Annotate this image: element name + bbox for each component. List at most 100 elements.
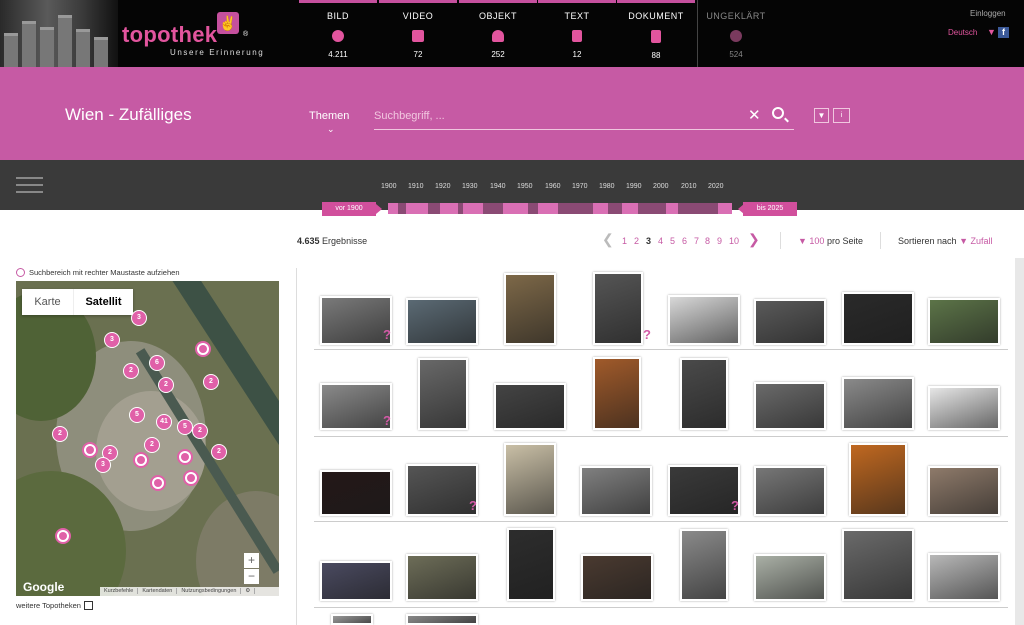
map-marker[interactable]: 3 — [95, 457, 111, 473]
image-thumbnail[interactable] — [680, 358, 728, 430]
chevron-right-icon[interactable]: ❯ — [748, 231, 760, 248]
category-dokument[interactable]: DOKUMENT 88 — [617, 0, 695, 67]
image-thumbnail[interactable] — [320, 296, 392, 345]
category-text[interactable]: TEXT 12 — [538, 0, 616, 67]
map-marker[interactable]: 3 — [104, 332, 120, 348]
page-link[interactable]: 2 — [634, 236, 639, 246]
map[interactable]: Karte Satellit 3 3 6 2 2 2 5 41 5 2 2 2 2 3 2 — [16, 281, 279, 596]
image-thumbnail[interactable] — [406, 464, 478, 516]
search-icon[interactable] — [772, 107, 784, 119]
map-cluster-marker[interactable] — [195, 341, 211, 357]
page-link[interactable]: 7 — [694, 236, 699, 246]
image-thumbnail[interactable] — [668, 465, 740, 516]
per-page-select[interactable]: ▼ 100 pro Seite — [798, 236, 863, 246]
image-thumbnail[interactable] — [504, 273, 556, 345]
more-topotheken-checkbox[interactable] — [83, 601, 93, 610]
image-thumbnail[interactable] — [331, 614, 373, 625]
image-thumbnail[interactable] — [928, 553, 1000, 601]
image-thumbnail[interactable] — [581, 554, 653, 601]
image-thumbnail[interactable] — [842, 377, 914, 430]
image-thumbnail[interactable] — [849, 443, 907, 516]
image-thumbnail[interactable] — [928, 466, 1000, 516]
image-thumbnail[interactable] — [507, 528, 555, 601]
map-footer-link[interactable]: Kurzbefehle — [100, 588, 139, 594]
image-thumbnail[interactable] — [842, 529, 914, 601]
page-link[interactable]: 3 — [646, 236, 651, 246]
category-video[interactable]: VIDEO 72 — [379, 0, 457, 67]
image-thumbnail[interactable] — [680, 529, 728, 601]
login-link[interactable]: Einloggen — [970, 9, 1006, 18]
map-type-satellite-button[interactable]: Satellit — [73, 289, 133, 315]
page-link[interactable]: 6 — [682, 236, 687, 246]
language-select[interactable]: Deutsch — [948, 28, 977, 37]
image-thumbnail[interactable] — [494, 383, 566, 430]
map-type-map-button[interactable]: Karte — [22, 289, 73, 315]
scrollbar[interactable] — [1015, 258, 1024, 625]
category-bild[interactable]: BILD 4.211 — [299, 0, 377, 67]
map-marker[interactable]: 2 — [144, 437, 160, 453]
search-input[interactable] — [374, 104, 734, 128]
timeline-start-handle[interactable]: vor 1900 — [322, 202, 376, 216]
map-marker[interactable]: 2 — [52, 426, 68, 442]
chevron-left-icon[interactable]: ❮ — [602, 231, 614, 248]
zoom-out-button[interactable]: − — [244, 569, 259, 584]
image-thumbnail[interactable] — [580, 466, 652, 516]
image-thumbnail[interactable] — [593, 272, 643, 345]
image-thumbnail[interactable] — [668, 295, 740, 345]
language-dropdown-icon[interactable]: ▼ — [987, 27, 996, 37]
clear-icon[interactable]: ✕ — [748, 106, 761, 124]
timeline-track[interactable] — [388, 203, 732, 214]
image-thumbnail[interactable] — [320, 383, 392, 430]
timeline-end-handle[interactable]: bis 2025 — [743, 202, 797, 216]
facebook-icon[interactable]: f — [998, 27, 1009, 38]
map-marker[interactable]: 5 — [129, 407, 145, 423]
image-thumbnail[interactable] — [320, 561, 392, 601]
category-objekt[interactable]: OBJEKT 252 — [459, 0, 537, 67]
map-marker[interactable]: 2 — [203, 374, 219, 390]
image-thumbnail[interactable] — [504, 443, 556, 516]
map-cluster-marker[interactable] — [82, 442, 98, 458]
themes-dropdown[interactable]: Themen — [309, 110, 349, 122]
map-marker[interactable]: 2 — [158, 377, 174, 393]
image-thumbnail[interactable] — [754, 466, 826, 516]
map-cluster-marker[interactable] — [55, 528, 71, 544]
map-footer-link[interactable]: Kartendaten — [138, 588, 178, 594]
page-link[interactable]: 8 — [705, 236, 710, 246]
chevron-down-icon[interactable]: ⌄ — [327, 124, 335, 135]
zoom-in-button[interactable]: + — [244, 553, 259, 568]
map-marker[interactable]: 41 — [156, 414, 172, 430]
menu-icon[interactable] — [16, 177, 43, 193]
map-marker[interactable]: 2 — [211, 444, 227, 460]
sort-select[interactable]: Sortieren nach ▼ Zufall — [898, 236, 993, 246]
image-thumbnail[interactable] — [418, 358, 468, 430]
image-thumbnail[interactable] — [406, 298, 478, 345]
options-dropdown-button[interactable]: ▼ — [814, 108, 829, 123]
page-link[interactable]: 10 — [729, 236, 739, 246]
image-thumbnail[interactable] — [754, 554, 826, 601]
image-thumbnail[interactable] — [406, 554, 478, 601]
image-thumbnail[interactable] — [754, 299, 826, 345]
image-thumbnail[interactable] — [928, 386, 1000, 430]
image-thumbnail[interactable] — [320, 470, 392, 516]
more-topotheken[interactable]: weitere Topotheken — [16, 601, 93, 610]
page-link[interactable]: 5 — [670, 236, 675, 246]
map-cluster-marker[interactable] — [183, 470, 199, 486]
page-link[interactable]: 4 — [658, 236, 663, 246]
map-cluster-marker[interactable] — [133, 452, 149, 468]
map-marker[interactable]: 2 — [123, 363, 139, 379]
map-marker[interactable]: 5 — [177, 419, 193, 435]
gear-icon[interactable]: ⚙ — [241, 588, 256, 594]
page-link[interactable]: 1 — [622, 236, 627, 246]
map-marker[interactable]: 2 — [192, 423, 208, 439]
map-marker[interactable]: 3 — [131, 310, 147, 326]
map-cluster-marker[interactable] — [150, 475, 166, 491]
map-footer-link[interactable]: Nutzungsbedingungen — [177, 588, 242, 594]
image-thumbnail[interactable] — [928, 298, 1000, 345]
image-thumbnail[interactable] — [842, 292, 914, 345]
image-thumbnail[interactable] — [593, 357, 641, 430]
image-thumbnail[interactable] — [754, 382, 826, 430]
logo-text[interactable]: topothek — [122, 22, 217, 48]
info-button[interactable]: i — [833, 108, 850, 123]
map-cluster-marker[interactable] — [177, 449, 193, 465]
image-thumbnail[interactable] — [406, 614, 478, 625]
